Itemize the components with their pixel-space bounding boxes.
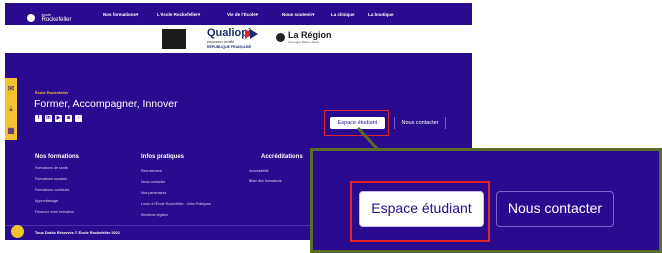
nav-item-soutenir[interactable]: Nous soutenir▾ xyxy=(282,12,315,18)
qualiopi-republique: RÉPUBLIQUE FRANÇAISE xyxy=(207,45,252,49)
footer-link[interactable]: Formations sociales xyxy=(35,177,67,181)
zoom-espace-etudiant-button[interactable]: Espace étudiant xyxy=(359,191,484,227)
footer-col-accreditations-head: Accréditations xyxy=(261,154,303,160)
footer-link[interactable]: Bilan des formations xyxy=(249,179,282,183)
youtube-icon[interactable]: ▶ xyxy=(55,115,62,122)
calendar-icon[interactable]: ▦ xyxy=(5,120,17,140)
logo-name: Rockefeller xyxy=(41,16,72,23)
nous-contacter-button[interactable]: Nous contacter xyxy=(394,117,446,129)
footer-link[interactable]: Apprentissage xyxy=(35,199,58,203)
footer-col-infos-head: Infos pratiques xyxy=(141,154,185,160)
footer-tagline: Former, Accompagner, Innover xyxy=(34,98,178,110)
mail-icon[interactable]: ✉ xyxy=(5,78,17,98)
zoom-inset: Espace étudiant Nous contacter xyxy=(310,148,662,253)
logo-icon xyxy=(27,13,35,22)
region-logo-icon xyxy=(276,33,285,42)
nav-item-vie[interactable]: Vie de l'École▾ xyxy=(227,12,258,18)
nav-item-ecole[interactable]: L'école Rockefeller▾ xyxy=(157,12,200,18)
round-badge-icon xyxy=(11,225,24,238)
footer-link[interactable]: Formations continues xyxy=(35,188,69,192)
nav-item-boutique[interactable]: La boutique xyxy=(368,12,394,17)
region-sub: Auvergne-Rhône-Alpes xyxy=(288,40,320,44)
partners-strip: Qualiopi processus certifié RÉPUBLIQUE F… xyxy=(5,25,472,53)
facebook-icon[interactable]: f xyxy=(35,115,42,122)
region-logo: La Région xyxy=(288,30,332,40)
footer-link[interactable]: Nous contacter xyxy=(141,180,165,184)
social-links: f in ▶ ◙ ♪ xyxy=(35,115,82,122)
copyright-text: Tous Droits Réservés © École Rockefeller… xyxy=(35,231,120,235)
download-icon[interactable]: ⤓ xyxy=(5,99,17,119)
nav-item-clinique[interactable]: La clinique xyxy=(331,12,355,17)
footer-link[interactable]: Financer votre formation xyxy=(35,210,74,214)
side-action-bar: ✉ ⤓ ▦ xyxy=(5,78,17,140)
instagram-icon[interactable]: ◙ xyxy=(65,115,72,122)
linkedin-icon[interactable]: in xyxy=(45,115,52,122)
footer-link[interactable]: Formations de santé xyxy=(35,166,68,170)
zoom-inset-content: Espace étudiant Nous contacter xyxy=(313,151,659,250)
footer-link[interactable]: Accessibilité xyxy=(249,169,269,173)
zoom-nous-contacter-button[interactable]: Nous contacter xyxy=(496,191,614,227)
nav-item-formations[interactable]: Nos formations▾ xyxy=(103,12,138,18)
footer-eyebrow: École Rockefeller xyxy=(35,90,69,95)
qualiopi-sub: processus certifié xyxy=(207,40,235,44)
tiktok-icon[interactable]: ♪ xyxy=(75,115,82,122)
partner-logo-dark xyxy=(162,29,186,49)
footer-link[interactable]: Nos partenaires xyxy=(141,191,166,195)
footer-link[interactable]: Mentions légales xyxy=(141,213,168,217)
qualiopi-arrow2-icon xyxy=(250,29,258,39)
top-navigation: école Rockefeller Nos formations▾ L'écol… xyxy=(5,3,472,25)
footer-link[interactable]: Louer à l'École Rockefeller - Infos Prat… xyxy=(141,202,211,206)
footer-col-formations-head: Nos formations xyxy=(35,154,80,160)
footer-link[interactable]: Recrutement xyxy=(141,169,162,173)
